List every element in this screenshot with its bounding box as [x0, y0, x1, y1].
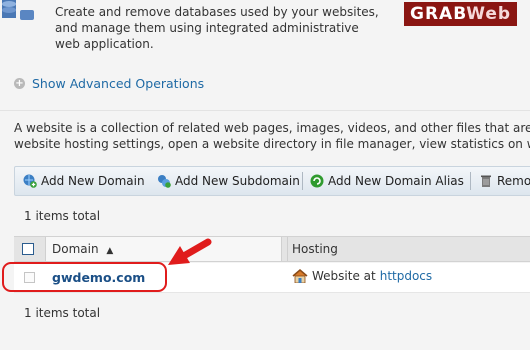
add-alias-icon: [310, 174, 324, 188]
remove-label[interactable]: Remo: [497, 174, 530, 188]
hosting-directory-link[interactable]: httpdocs: [380, 269, 432, 283]
databases-description: Create and remove databases used by your…: [55, 4, 385, 52]
add-new-domain-button[interactable]: Add New Domain: [23, 167, 145, 195]
description-line: Create and remove databases used by your…: [55, 5, 379, 19]
domains-toolbar: Add New Domain Add New Subdomain Add New…: [14, 166, 530, 196]
add-subdomain-icon: [158, 175, 171, 188]
section-divider: [0, 110, 530, 111]
watermark-part: Web: [466, 4, 512, 24]
toolbar-separator: [302, 172, 303, 190]
website-house-icon: [292, 269, 308, 283]
sort-ascending-icon: ▲: [106, 246, 114, 256]
watermark-part: GRAB: [410, 4, 467, 24]
column-header-hosting[interactable]: Hosting: [292, 237, 338, 261]
hosting-prefix: Website at: [312, 269, 376, 283]
items-total: 1 items total: [24, 209, 101, 223]
plus-circle-icon: +: [14, 78, 25, 89]
add-new-subdomain-label[interactable]: Add New Subdomain: [175, 174, 300, 188]
column-header-domain[interactable]: Domain ▲: [45, 237, 282, 261]
description-line: web application.: [55, 37, 154, 51]
items-total: 1 items total: [24, 306, 101, 320]
toolbar-separator: [470, 172, 471, 190]
add-domain-icon: [23, 174, 37, 188]
highlight-annotation: [2, 262, 167, 292]
add-new-domain-alias-label[interactable]: Add New Domain Alias: [328, 174, 464, 188]
info-line: website hosting settings, open a website…: [14, 137, 530, 151]
add-new-domain-label[interactable]: Add New Domain: [41, 174, 145, 188]
info-line: A website is a collection of related web…: [14, 121, 530, 135]
trash-icon: [481, 175, 491, 187]
description-line: and manage them using integrated adminis…: [55, 21, 359, 35]
websites-info: A website is a collection of related web…: [14, 120, 530, 152]
select-all-checkbox[interactable]: [22, 243, 34, 255]
remove-button[interactable]: Remo: [479, 167, 530, 195]
show-advanced-label[interactable]: Show Advanced Operations: [32, 76, 204, 91]
add-new-subdomain-button[interactable]: Add New Subdomain: [157, 167, 300, 195]
add-new-domain-alias-button[interactable]: Add New Domain Alias: [310, 167, 464, 195]
watermark-logo: GRABWeb: [404, 2, 518, 26]
column-header-domain-label: Domain: [52, 242, 99, 256]
show-advanced-operations[interactable]: + Show Advanced Operations: [14, 76, 204, 91]
hosting-cell: Website at httpdocs: [292, 269, 432, 283]
column-divider: [287, 237, 288, 261]
database-icon: [2, 0, 34, 20]
annotation-arrow-icon: [168, 238, 212, 265]
